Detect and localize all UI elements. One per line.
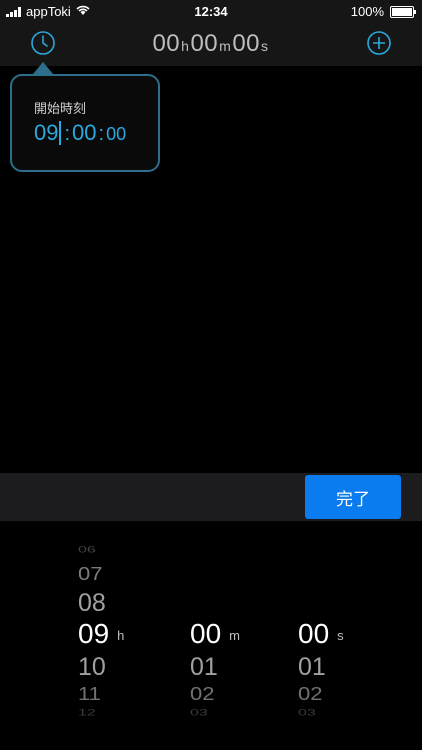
start-time-popover: 開始時刻 09 : 00 : 00 <box>10 74 160 172</box>
status-bar: appToki 12:34 100% <box>0 0 422 22</box>
timer-total-title: 00h00m00s <box>0 30 422 58</box>
selected-second: 00 <box>298 618 330 649</box>
selected-minute: 00 <box>190 618 222 649</box>
picker-row[interactable]: 11 <box>78 683 158 705</box>
start-hour[interactable]: 09 <box>34 120 58 146</box>
title-minutes-unit: m <box>219 38 232 54</box>
hour-unit: h <box>117 628 125 644</box>
time-separator: : <box>64 123 71 145</box>
hour-wheel[interactable]: 06 07 08 09 h 10 11 12 <box>78 521 158 750</box>
title-hours: 00 <box>152 30 181 57</box>
picker-row[interactable]: 03 <box>190 708 270 719</box>
text-caret <box>59 121 62 145</box>
title-seconds: 00 <box>232 30 261 57</box>
picker-row[interactable]: 01 <box>190 653 270 682</box>
popover-arrow <box>33 62 53 74</box>
status-right: 100% <box>350 4 416 19</box>
selected-hour: 09 <box>78 618 110 649</box>
time-picker[interactable]: 06 07 08 09 h 10 11 12 00 m 01 02 03 00 s 0… <box>0 521 422 750</box>
picker-row-selected[interactable]: 00 m <box>190 618 270 650</box>
picker-row[interactable]: 10 <box>78 653 158 682</box>
picker-row[interactable]: 02 <box>298 683 378 705</box>
picker-row[interactable]: 08 <box>78 589 158 618</box>
picker-row[interactable]: 06 <box>78 545 158 556</box>
picker-row[interactable]: 02 <box>190 683 270 705</box>
battery-percent: 100% <box>350 4 384 19</box>
picker-row[interactable]: 07 <box>78 563 158 585</box>
add-icon[interactable] <box>366 30 392 56</box>
start-second[interactable]: 00 <box>106 124 126 145</box>
picker-row[interactable]: 12 <box>78 708 158 719</box>
picker-toolbar: 完了 <box>0 473 422 521</box>
done-button[interactable]: 完了 <box>305 475 401 519</box>
navigation-bar: 00h00m00s <box>0 22 422 66</box>
title-minutes: 00 <box>190 30 219 57</box>
start-time-label: 開始時刻 <box>34 101 87 116</box>
start-time-value[interactable]: 09 : 00 : 00 <box>34 120 126 146</box>
picker-row-selected[interactable]: 00 s <box>298 618 378 650</box>
second-unit: s <box>337 628 344 644</box>
minute-unit: m <box>229 628 240 644</box>
start-minute[interactable]: 00 <box>72 120 96 146</box>
picker-row-selected[interactable]: 09 h <box>78 618 158 650</box>
title-seconds-unit: s <box>261 38 269 54</box>
title-hours-unit: h <box>181 38 190 54</box>
second-wheel[interactable]: 00 s 01 02 03 <box>298 521 378 750</box>
picker-row[interactable]: 01 <box>298 653 378 682</box>
time-separator: : <box>98 123 105 145</box>
battery-icon <box>390 5 416 18</box>
picker-row[interactable]: 03 <box>298 708 378 719</box>
minute-wheel[interactable]: 00 m 01 02 03 <box>190 521 270 750</box>
